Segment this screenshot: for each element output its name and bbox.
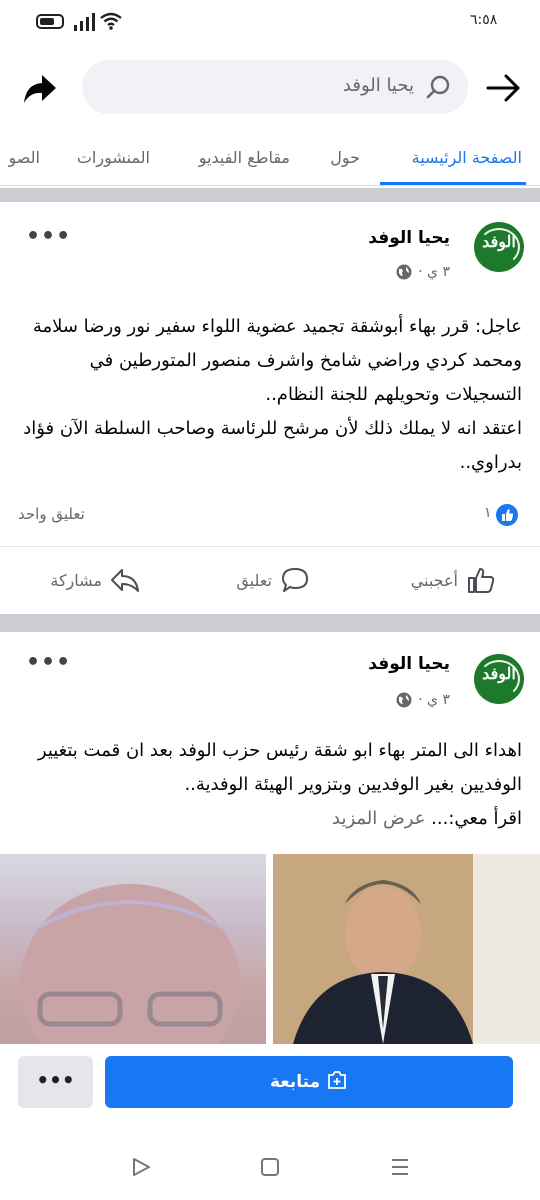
active-tab-indicator — [380, 182, 526, 185]
like-label: أعجبني — [410, 570, 458, 590]
follow-label: متابعة — [105, 1070, 513, 1092]
reaction-summary: ١ تعليق واحد — [0, 500, 540, 530]
feed-divider — [0, 614, 540, 632]
tab-videos[interactable]: مقاطع الفيديو — [199, 148, 290, 167]
post-meta: ٣ ي · — [396, 264, 450, 280]
back-nav-icon[interactable] — [130, 1156, 152, 1178]
avatar[interactable]: الوفد — [474, 222, 524, 272]
system-nav-bar — [0, 1124, 540, 1200]
share-label: مشاركة — [50, 570, 102, 590]
post-photo[interactable] — [0, 854, 266, 1044]
signal-icon — [74, 13, 95, 31]
share-button[interactable]: مشاركة — [50, 566, 140, 594]
follow-button[interactable]: متابعة — [105, 1056, 513, 1108]
follow-bar: ••• متابعة — [0, 1044, 540, 1124]
tab-posts[interactable]: المنشورات — [77, 148, 150, 167]
search-input[interactable]: يحيا الوفد — [82, 60, 468, 114]
follow-icon — [328, 1071, 346, 1089]
wifi-icon — [100, 12, 122, 30]
post-options-button[interactable]: ••• — [26, 650, 71, 675]
avatar-logo-text: الوفد — [482, 664, 516, 683]
tab-about[interactable]: حول — [330, 148, 360, 167]
status-bar: ٦:٥٨ — [0, 0, 540, 46]
more-options-button[interactable]: ••• — [18, 1056, 93, 1108]
globe-icon — [396, 264, 412, 280]
share-arrow-icon — [111, 569, 139, 592]
page-tabs: الصفحة الرئيسية حول مقاطع الفيديو المنشو… — [0, 126, 540, 186]
status-time: ٦:٥٨ — [470, 12, 498, 28]
post-photo[interactable] — [273, 854, 540, 1044]
like-button[interactable]: أعجبني — [411, 566, 496, 594]
photo-man-in-suit — [273, 854, 540, 1044]
post-card: الوفد يحيا الوفد ٣ ي · ••• اهداء الى الم… — [0, 632, 540, 1044]
recents-nav-icon[interactable] — [389, 1156, 411, 1178]
more-dots: ••• — [36, 1068, 75, 1092]
see-more-link[interactable]: عرض المزيد — [332, 808, 425, 829]
tab-photos[interactable]: الصو — [9, 148, 40, 167]
like-count[interactable]: ١ — [484, 505, 492, 521]
home-nav-icon[interactable] — [259, 1156, 281, 1178]
post-text: اهداء الى المتر بهاء ابو شقة رئيس حزب ال… — [37, 740, 522, 829]
post-text-block: اهداء الى المتر بهاء ابو شقة رئيس حزب ال… — [16, 734, 522, 836]
post-time: ٣ ي · — [418, 264, 450, 280]
post-author[interactable]: يحيا الوفد — [368, 654, 450, 674]
post-meta: ٣ ي · — [396, 692, 450, 708]
like-reaction-icon — [496, 504, 518, 526]
globe-icon — [396, 692, 412, 708]
avatar[interactable]: الوفد — [474, 654, 524, 704]
feed-divider — [0, 188, 540, 202]
post-card: الوفد يحيا الوفد ٣ ي · ••• عاجل: قرر بها… — [0, 202, 540, 614]
thumbs-up-icon — [468, 568, 495, 593]
comment-count[interactable]: تعليق واحد — [18, 505, 85, 523]
comment-icon — [282, 568, 308, 592]
back-arrow-icon[interactable] — [484, 72, 524, 104]
tab-home[interactable]: الصفحة الرئيسية — [412, 148, 522, 167]
search-query: يحيا الوفد — [342, 75, 414, 96]
post-author[interactable]: يحيا الوفد — [368, 228, 450, 248]
comment-label: تعليق — [236, 570, 272, 590]
search-row: يحيا الوفد — [0, 52, 540, 124]
share-icon[interactable] — [22, 72, 58, 106]
battery-icon — [36, 14, 64, 29]
photo-blurred-face — [20, 884, 240, 1044]
follow-text: متابعة — [269, 1072, 321, 1092]
search-icon — [426, 75, 450, 99]
post-text: عاجل: قرر بهاء أبوشقة تجميد عضوية اللواء… — [23, 316, 522, 473]
avatar-logo-text: الوفد — [482, 232, 516, 251]
post-options-button[interactable]: ••• — [26, 224, 71, 249]
comment-button[interactable]: تعليق — [236, 566, 310, 594]
post-time: ٣ ي · — [418, 692, 450, 708]
